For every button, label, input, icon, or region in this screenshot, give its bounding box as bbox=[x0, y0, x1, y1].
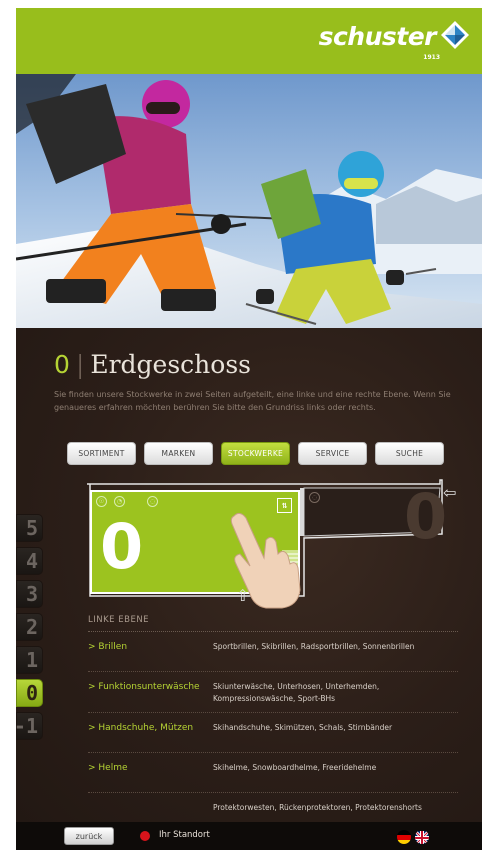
category-label: > Handschuhe, Mützen bbox=[88, 723, 194, 733]
floor-number: 0 bbox=[54, 350, 70, 379]
arrow-right-icon[interactable]: ⇦ bbox=[443, 483, 456, 502]
category-items: Skihelme, Snowboardhelme, Freeridehelme bbox=[213, 763, 377, 772]
floor-button-5[interactable]: 5 bbox=[16, 514, 43, 542]
floor-button-0[interactable]: 0 bbox=[16, 679, 43, 707]
left-level-number: 0 bbox=[100, 510, 144, 583]
info-icon: ◌ bbox=[147, 496, 158, 507]
hero-image bbox=[16, 74, 482, 328]
bike-icon: ☉ bbox=[96, 496, 107, 507]
german-flag-icon[interactable] bbox=[397, 830, 411, 844]
tab-marken[interactable]: MARKEN bbox=[144, 442, 213, 465]
category-items: Sportbrillen, Skibrillen, Radsportbrille… bbox=[213, 642, 415, 651]
tab-stockwerke[interactable]: STOCKWERKE bbox=[221, 442, 290, 465]
header-bar: schuster 1913 bbox=[16, 8, 482, 74]
category-items: Skiunterwäsche, Unterhosen, Unterhemden,… bbox=[213, 682, 380, 703]
touch-hand-icon bbox=[230, 512, 301, 609]
main-tabs: SORTIMENT MARKEN STOCKWERKE SERVICE SUCH… bbox=[67, 442, 444, 465]
floor-button-4[interactable]: 4 bbox=[16, 547, 43, 575]
category-label: > Funktionsunterwäsche bbox=[88, 682, 200, 692]
brand-name: schuster bbox=[318, 22, 437, 51]
floor-button-3[interactable]: 3 bbox=[16, 580, 43, 608]
kiosk-screen: schuster 1913 0 | Erdgeschoss Sie finden… bbox=[16, 8, 482, 850]
category-label: > Brillen bbox=[88, 642, 128, 652]
floor-selector: 5 4 3 2 1 0 -1 bbox=[16, 514, 43, 745]
right-level-info-icon: ◌ bbox=[309, 492, 320, 503]
tab-sortiment[interactable]: SORTIMENT bbox=[67, 442, 136, 465]
location-label: Ihr Standort bbox=[159, 830, 210, 840]
footer-bar: zurück Ihr Standort bbox=[16, 822, 482, 850]
list-item[interactable]: > Brillen Sportbrillen, Skibrillen, Rads… bbox=[88, 631, 458, 671]
floor-button-1[interactable]: 1 bbox=[16, 646, 43, 674]
brand-logo: schuster 1913 bbox=[318, 21, 470, 61]
skiers-photo bbox=[16, 74, 482, 328]
directory-list: > Brillen Sportbrillen, Skibrillen, Rads… bbox=[88, 631, 458, 832]
tab-suche[interactable]: SUCHE bbox=[375, 442, 444, 465]
brand-year: 1913 bbox=[423, 54, 440, 61]
right-level-number[interactable]: 0 bbox=[404, 480, 447, 553]
section-heading: LINKE EBENE bbox=[88, 615, 150, 625]
floor-button-minus-1[interactable]: -1 bbox=[16, 712, 43, 740]
floor-description: Sie finden unsere Stockwerke in zwei Sei… bbox=[54, 390, 451, 412]
title-separator: | bbox=[75, 350, 85, 379]
uk-flag-icon[interactable] bbox=[415, 830, 429, 844]
list-item[interactable]: > Handschuhe, Mützen Skihandschuhe, Skim… bbox=[88, 712, 458, 752]
tab-service[interactable]: SERVICE bbox=[298, 442, 367, 465]
category-label: > Helme bbox=[88, 763, 128, 773]
list-item[interactable]: > Helme Skihelme, Snowboardhelme, Freeri… bbox=[88, 752, 458, 792]
mountain-logo-icon bbox=[441, 21, 469, 49]
floor-name: Erdgeschoss bbox=[90, 350, 251, 379]
back-button[interactable]: zurück bbox=[64, 827, 114, 845]
floor-button-2[interactable]: 2 bbox=[16, 613, 43, 641]
list-item[interactable]: > Funktionsunterwäsche Skiunterwäsche, U… bbox=[88, 671, 458, 712]
ski-icon: ◔ bbox=[114, 496, 125, 507]
page-title: 0 | Erdgeschoss bbox=[54, 350, 251, 379]
location-dot-icon bbox=[140, 831, 150, 841]
floor-plan: 0 ☉ ◔ ◌ ⇅ ◌ 0 ⇦ ⇧ bbox=[86, 478, 476, 613]
category-items: Skihandschuhe, Skimützen, Schals, Stirnb… bbox=[213, 723, 393, 732]
content-area: 0 | Erdgeschoss Sie finden unsere Stockw… bbox=[16, 328, 482, 822]
